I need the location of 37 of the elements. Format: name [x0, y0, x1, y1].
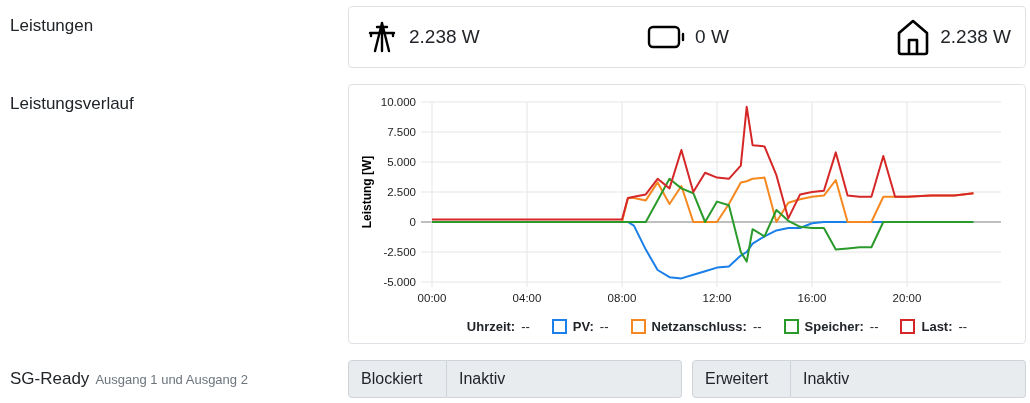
legend-value: -- [521, 319, 530, 334]
axis-tick-label: 04:00 [512, 292, 542, 304]
axis-tick-label: 12:00 [702, 292, 732, 304]
section-label: SG-Ready [10, 369, 90, 388]
status-field: Inaktiv [447, 360, 682, 398]
house-icon [896, 18, 931, 56]
axis-tick-label: 16:00 [797, 292, 827, 304]
axis-title: Leistung [W] [360, 155, 374, 229]
legend-value: -- [958, 319, 968, 334]
power-value: 0 W [695, 26, 729, 48]
axis-tick-label: 08:00 [607, 292, 637, 304]
legend-value: -- [869, 319, 879, 334]
section-label: Leistungen [10, 16, 94, 35]
power-value: 2.238 W [940, 26, 1011, 48]
axis-tick-label: -5.000 [383, 276, 416, 288]
axis-tick-label: 2.500 [387, 186, 416, 198]
power-value: 2.238 W [409, 26, 480, 48]
group-label: Blockiert [348, 360, 447, 398]
group-label: Erweitert [692, 360, 791, 398]
legend-label: Last: [921, 319, 953, 334]
legend-label: Speicher: [804, 319, 864, 334]
battery-icon [647, 25, 686, 49]
axis-tick-label: 0 [409, 216, 416, 228]
axis-tick-label: 00:00 [417, 292, 447, 304]
legend-label: Netzanschluss: [651, 319, 747, 334]
legend-label: Uhrzeit: [466, 319, 516, 334]
axis-tick-label: -2.500 [383, 246, 416, 258]
legend-label: PV: [572, 319, 594, 334]
status-field: Inaktiv [791, 360, 1026, 398]
axis-tick-label: 5.000 [387, 156, 416, 168]
axis-tick-label: 10.000 [380, 96, 416, 108]
legend-value: -- [599, 319, 609, 334]
section-sublabel: Ausgang 1 und Ausgang 2 [95, 372, 248, 387]
axis-tick-label: 20:00 [892, 292, 922, 304]
legend-value: -- [752, 319, 762, 334]
section-label: Leistungsverlauf [10, 94, 134, 113]
axis-tick-label: 7.500 [387, 126, 416, 138]
